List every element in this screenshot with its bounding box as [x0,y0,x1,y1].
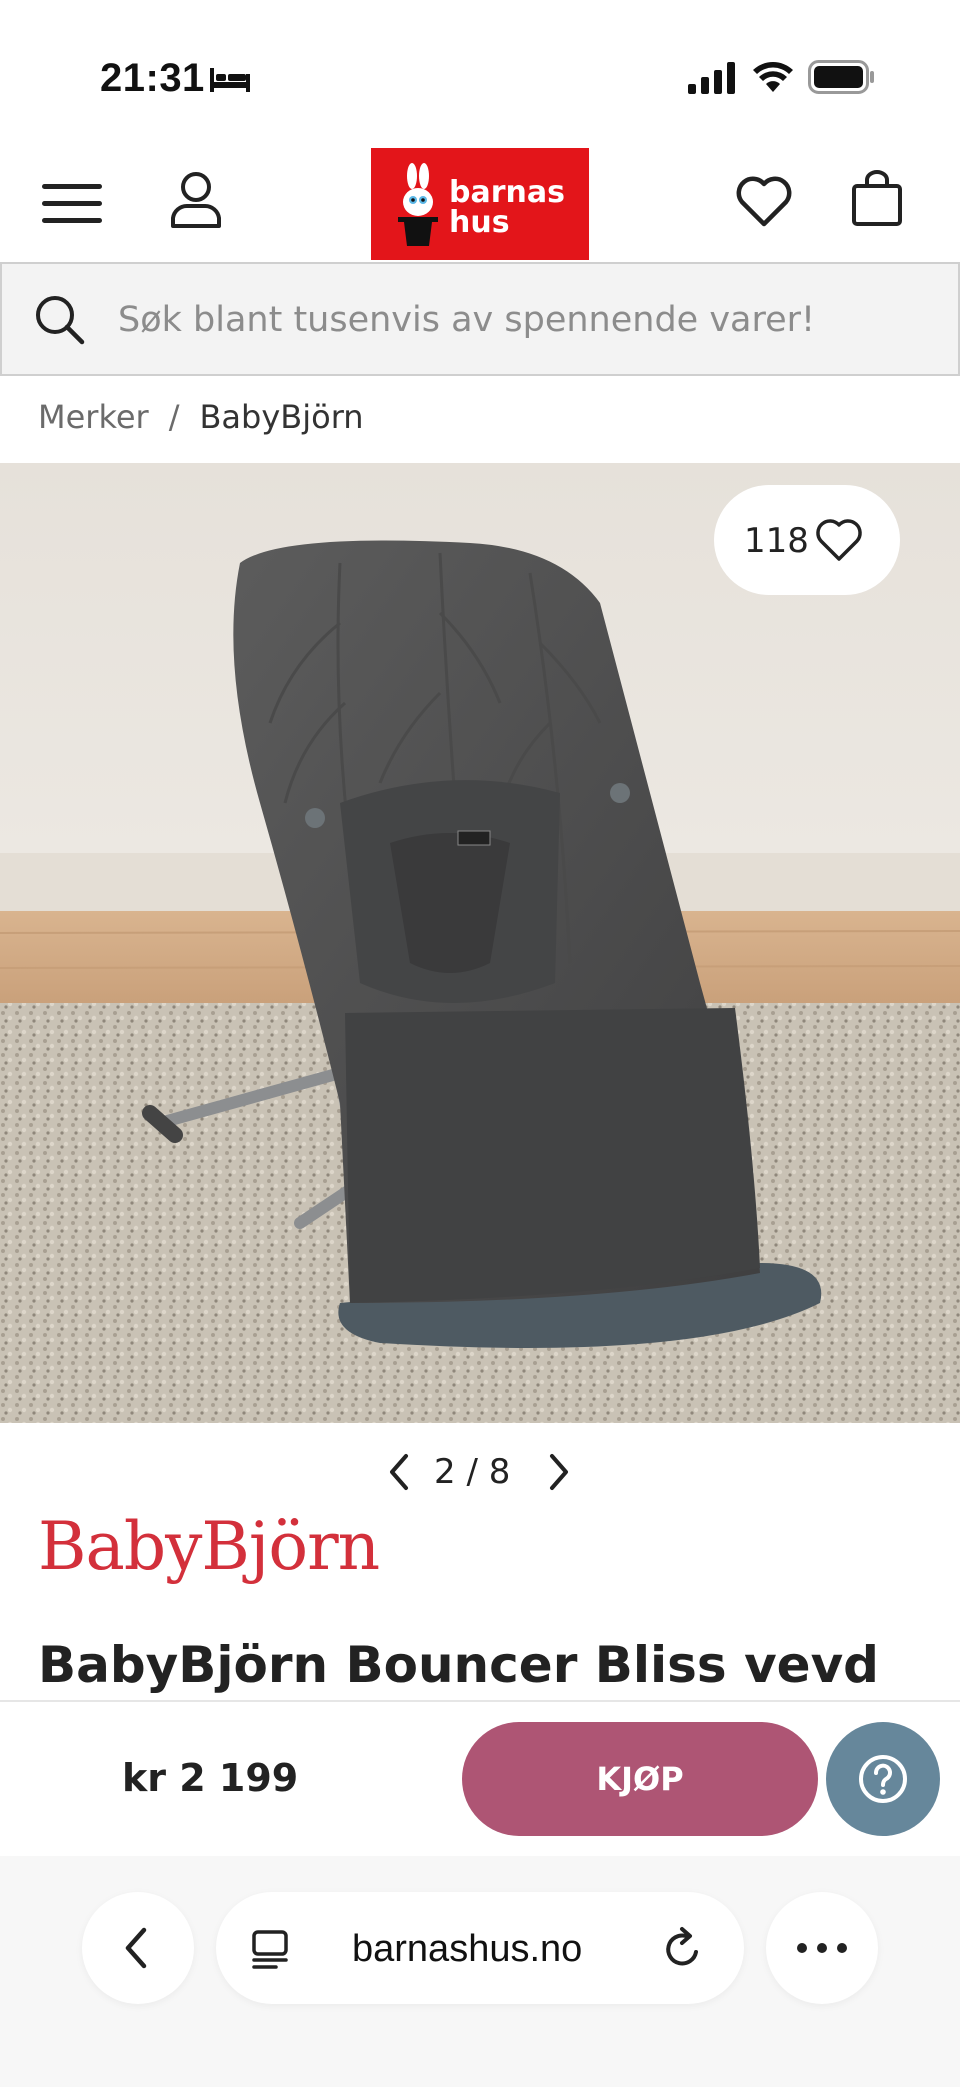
wifi-icon [753,62,793,92]
user-icon[interactable] [170,170,222,230]
like-button[interactable]: 118 [714,485,900,595]
help-button[interactable] [826,1722,940,1836]
breadcrumb-merker[interactable]: Merker [38,398,149,436]
brand-logo[interactable]: BabyBjörn [38,1508,380,1585]
chevron-right-icon[interactable] [544,1452,574,1492]
product-image[interactable]: 118 [0,463,960,1423]
menu-icon[interactable] [42,180,102,228]
breadcrumb-separator: / [168,398,180,436]
logo-text: barnas hus [449,178,565,238]
image-pager: 2 / 8 [384,1448,580,1498]
rabbit-logo-icon [398,163,438,246]
breadcrumb: Merker / BabyBjörn [38,398,364,436]
chevron-left-icon[interactable] [384,1452,414,1492]
logo-text-line2: hus [449,205,510,240]
barnashus-logo[interactable]: barnas hus [371,148,589,260]
site-header: barnas hus [0,140,960,262]
address-bar[interactable]: barnashus.no [216,1892,744,2004]
ellipsis-icon [797,1943,847,1953]
logo-text-line1: barnas [449,175,565,210]
bouncer-photo [0,463,960,1423]
heart-outline-icon [816,519,862,561]
battery-icon [808,60,874,94]
search-icon [36,296,85,345]
search-input[interactable]: Søk blant tusenvis av spennende varer! [118,300,815,340]
buy-bar: kr 2 199 KJØP [0,1700,960,1856]
pager-count: 2 / 8 [434,1452,511,1492]
browser-back-button[interactable] [82,1892,194,2004]
breadcrumb-babybjorn[interactable]: BabyBjörn [199,398,363,436]
status-bar: 21:31 [0,0,960,140]
status-time: 21:31 [100,56,205,100]
chevron-left-icon [125,1927,147,1969]
buy-button[interactable]: KJØP [462,1722,818,1836]
browser-toolbar: barnashus.no [0,1856,960,2087]
bag-icon[interactable] [850,170,904,226]
product-price: kr 2 199 [122,1756,299,1800]
heart-icon[interactable] [734,174,794,228]
question-icon [859,1755,907,1803]
bed-icon [210,68,250,92]
url-text: barnashus.no [352,1928,583,1970]
like-count: 118 [744,521,809,561]
signal-icon [688,62,735,94]
product-title: BabyBjörn Bouncer Bliss vevd [38,1636,879,1694]
search-bar[interactable]: Søk blant tusenvis av spennende varer! [0,262,960,376]
more-options-button[interactable] [766,1892,878,2004]
reload-icon[interactable] [662,1926,704,1970]
page-menu-icon [252,1930,288,1969]
